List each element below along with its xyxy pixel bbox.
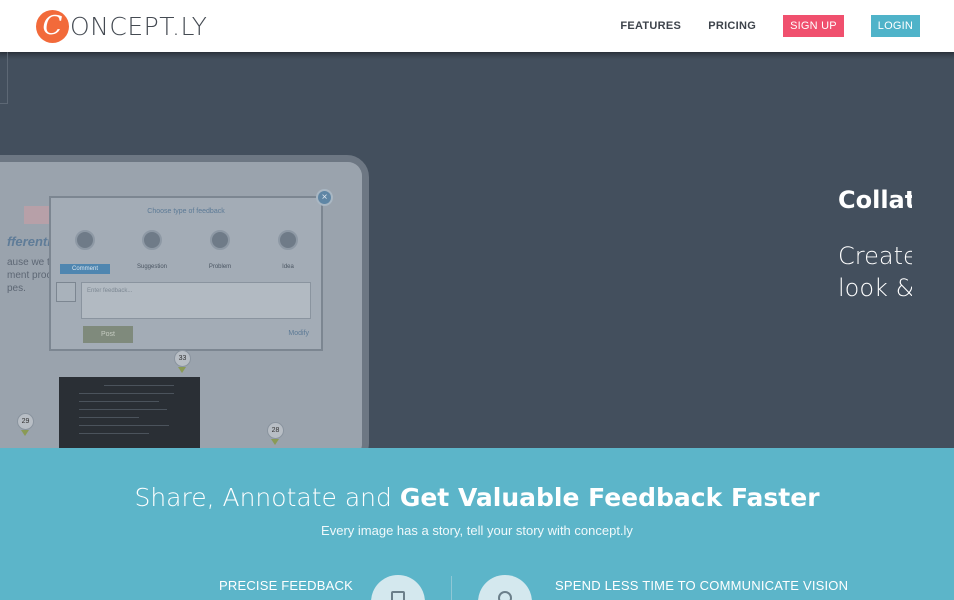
hero-subheading-line: Create [838, 242, 912, 270]
annotation-pin[interactable]: 33 [174, 350, 191, 367]
thumbs-up-icon [142, 230, 162, 250]
option-problem[interactable]: Problem [195, 230, 245, 270]
screen-highlight-box [24, 206, 50, 224]
code-line [79, 433, 149, 434]
hero-edge-frame [0, 52, 8, 104]
close-icon[interactable]: × [316, 189, 333, 206]
target-icon [498, 591, 512, 600]
screen-text-line: pes. [7, 283, 26, 294]
logo-text: ONCEPT.LY [70, 11, 208, 41]
signup-button[interactable]: SIGN UP [783, 15, 844, 37]
hero-shadow [0, 52, 954, 60]
band-title-bold: Get Valuable Feedback Faster [399, 483, 820, 512]
band-title-plain: Share, Annotate and [134, 483, 400, 512]
band-title: Share, Annotate and Get Valuable Feedbac… [0, 483, 954, 512]
top-nav-bar: C ONCEPT.LY FEATURES PRICING SIGN UP LOG… [0, 0, 954, 52]
feature-title-communicate: SPEND LESS TIME TO COMMUNICATE VISION [555, 578, 849, 593]
screen-heading-fragment: fferenti [7, 234, 51, 249]
pin-tip-icon [271, 439, 279, 445]
option-comment[interactable]: Comment [60, 230, 110, 274]
feature-icon-circle [478, 575, 532, 600]
main-nav: FEATURES PRICING SIGN UP LOGIN [620, 15, 920, 37]
code-line [79, 425, 169, 426]
feature-divider [451, 576, 452, 600]
hero-heading: Collat [838, 186, 912, 214]
pin-tip-icon [21, 430, 29, 436]
code-line [79, 401, 159, 402]
hero-copy: Collat Create look & [838, 186, 912, 304]
option-label: Comment [60, 264, 110, 274]
annotation-pin[interactable]: 28 [267, 422, 284, 439]
feedback-input[interactable]: Enter feedback... [81, 282, 311, 319]
annotation-pin[interactable]: 29 [17, 413, 34, 430]
pin-tip-icon [178, 367, 186, 373]
hero-subheading-line: look & [838, 274, 912, 302]
feature-title-precise: PRECISE FEEDBACK [219, 578, 353, 593]
logo-mark-icon: C [36, 9, 69, 43]
post-button[interactable]: Post [83, 326, 133, 343]
option-idea[interactable]: Idea [263, 230, 313, 270]
comment-icon [75, 230, 95, 250]
modify-link[interactable]: Modify [288, 330, 309, 337]
option-suggestion[interactable]: Suggestion [127, 230, 177, 270]
screen-text-line: ause we t [7, 257, 50, 268]
no-entry-icon [210, 230, 230, 250]
dialog-title: Choose type of feedback [147, 208, 225, 215]
features-band: Share, Annotate and Get Valuable Feedbac… [0, 448, 954, 600]
feature-icon-circle [371, 575, 425, 600]
logo[interactable]: C ONCEPT.LY [36, 9, 207, 43]
device-icon [391, 591, 405, 600]
code-line [79, 409, 167, 410]
code-line [79, 393, 174, 394]
nav-pricing-link[interactable]: PRICING [708, 20, 756, 32]
code-line [104, 385, 174, 386]
code-line [79, 417, 139, 418]
login-button[interactable]: LOGIN [870, 15, 920, 37]
feedback-dialog: × Choose type of feedback Comment Sugges… [49, 189, 333, 351]
option-label: Idea [282, 264, 294, 270]
hero-section: fferenti ause we t ment proc pes. × Choo… [0, 52, 954, 448]
nav-features-link[interactable]: FEATURES [620, 20, 681, 32]
screen-text-line: ment proc [7, 270, 52, 281]
image-thumbnail-icon [56, 282, 76, 302]
option-label: Suggestion [136, 264, 168, 270]
band-subtitle: Every image has a story, tell your story… [321, 523, 633, 538]
option-label: Problem [208, 264, 232, 270]
lightbulb-icon [278, 230, 298, 250]
code-preview-panel [59, 377, 200, 448]
